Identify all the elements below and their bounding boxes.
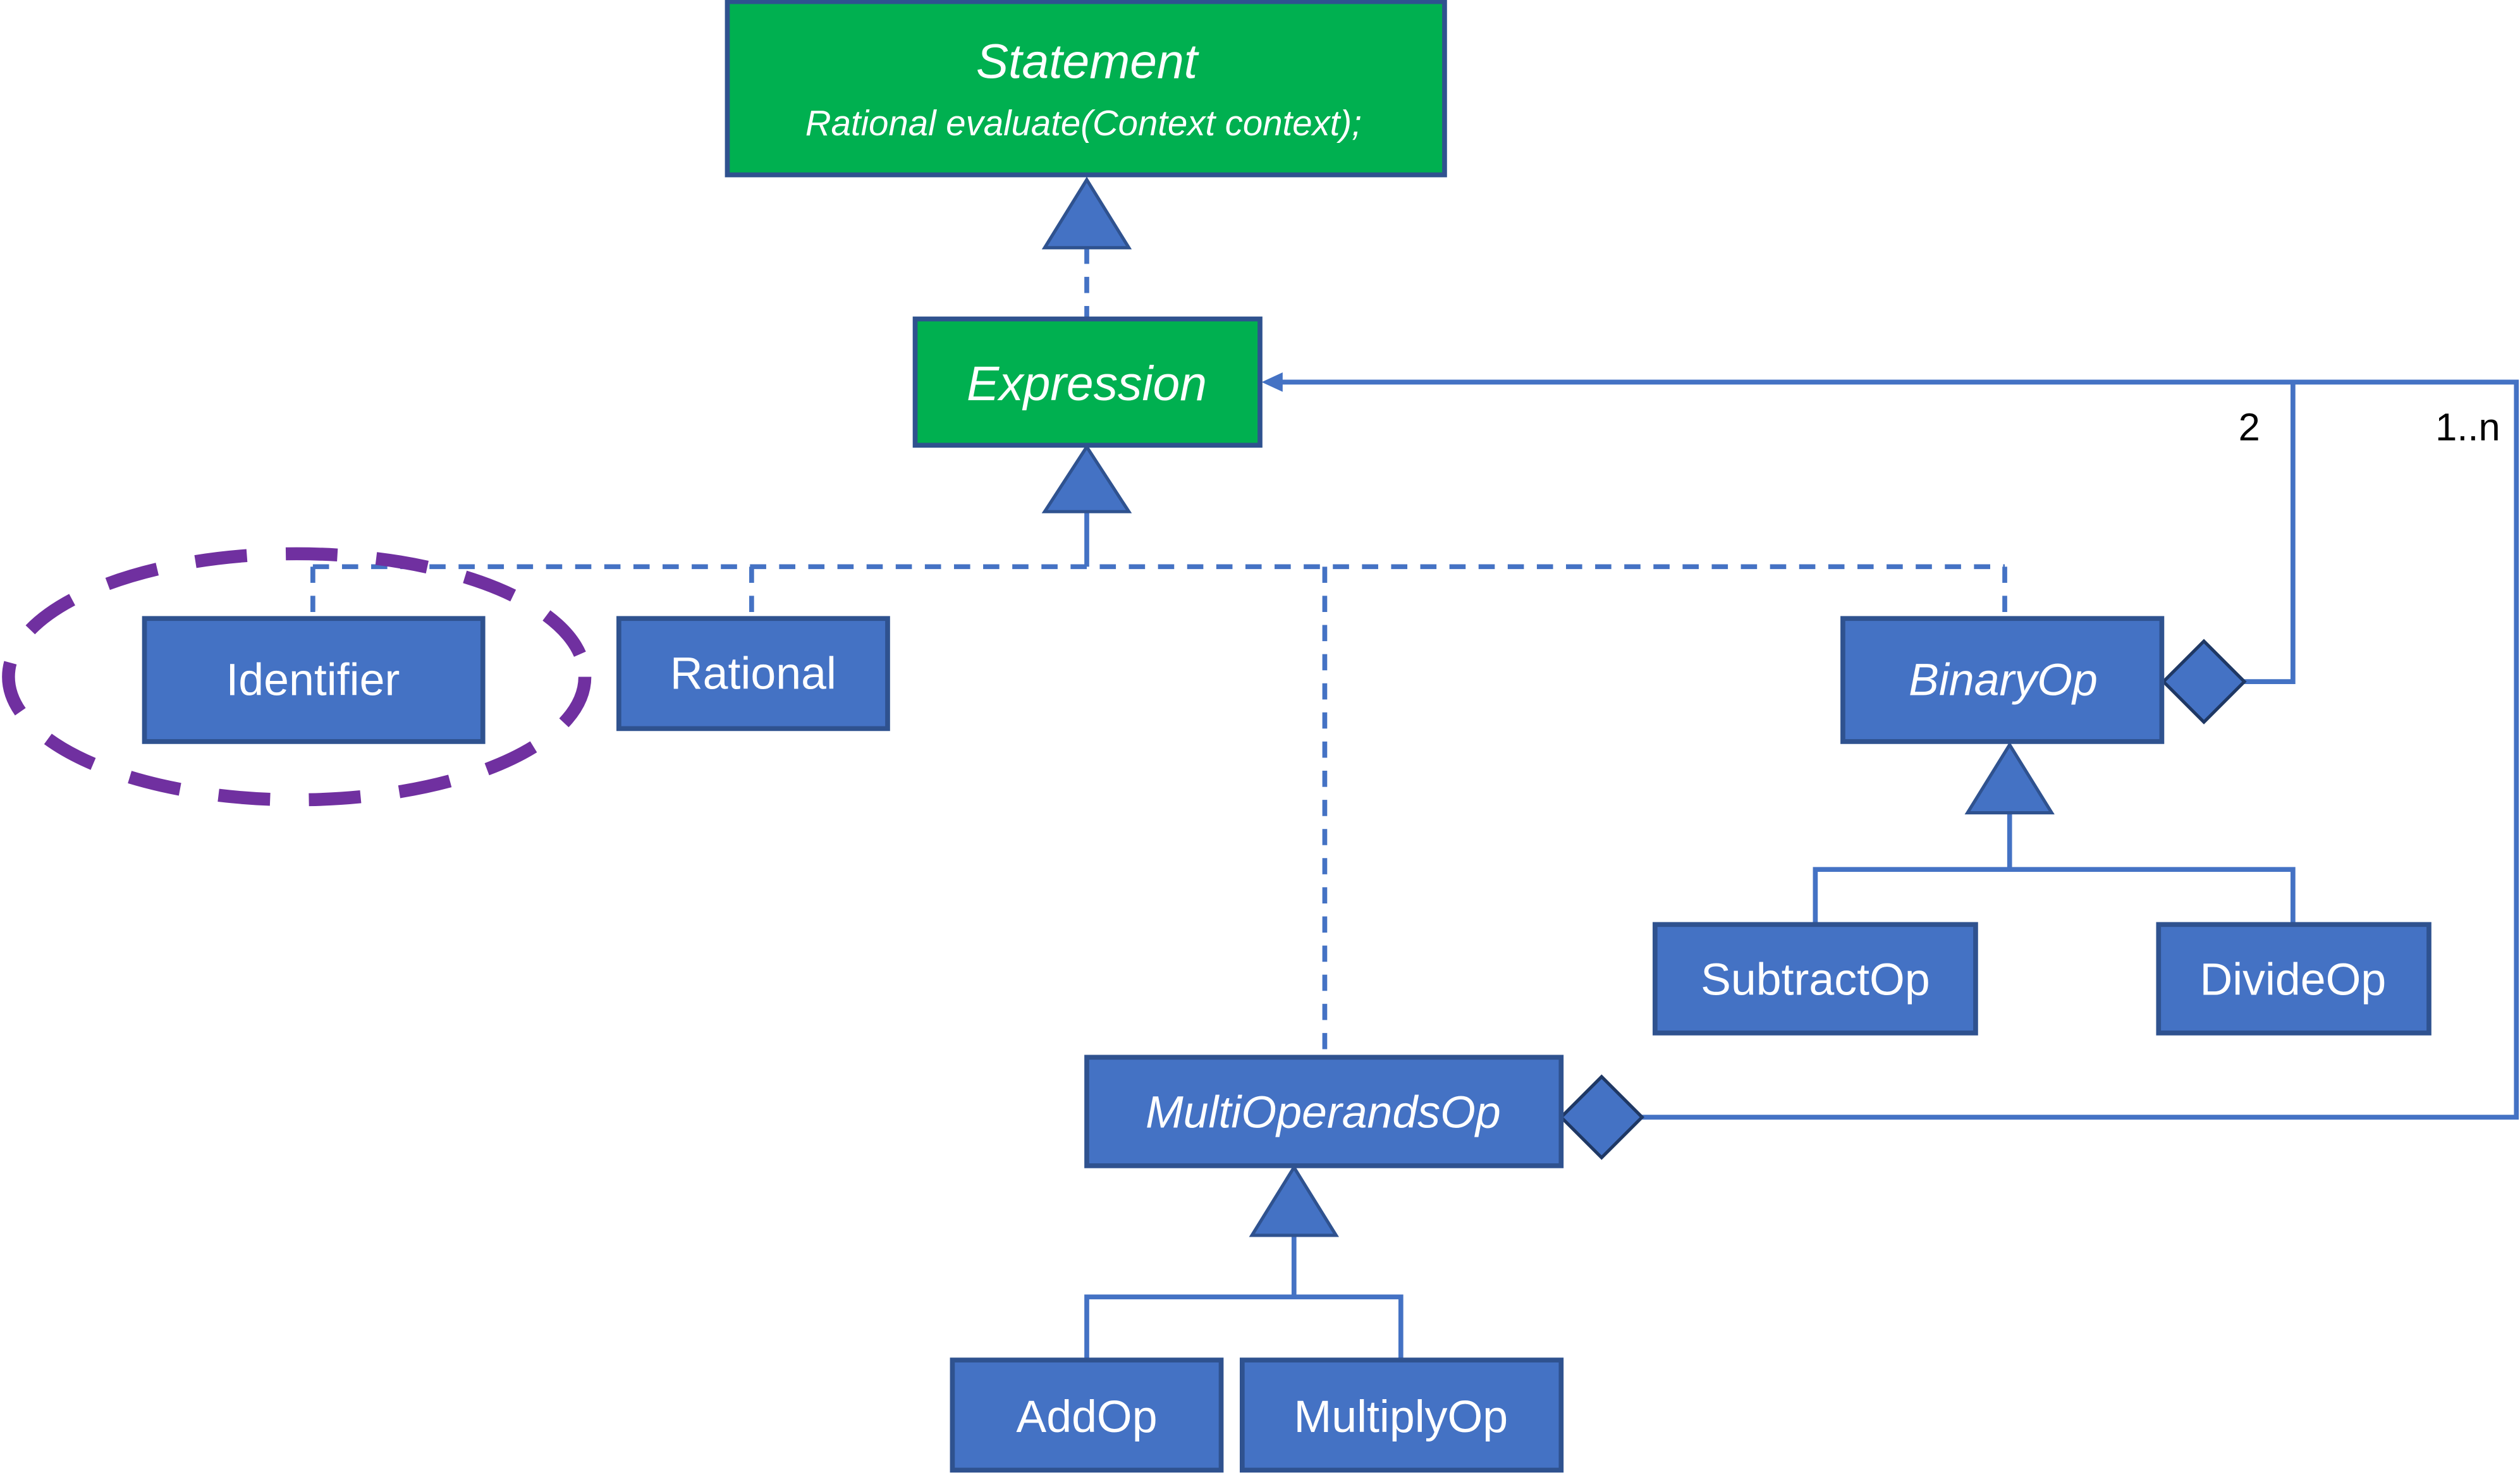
arrowhead-icon [1261,372,1283,392]
class-name: Identifier [226,655,400,706]
realization-triangle-icon [1041,176,1132,250]
class-multiplyop[interactable]: MultiplyOp [1239,1357,1564,1473]
class-name: MultiplyOp [1294,1392,1508,1442]
uml-class-diagram: 2 1..n Statement Rational evaluate(Conte… [2,0,2519,1473]
inheritance-triangle-icon [1249,1164,1339,1237]
class-name: MultiOperandsOp [1146,1087,1501,1137]
class-binaryop[interactable]: BinaryOp [1840,616,2165,744]
class-name: Statement [976,34,1199,89]
class-method: Rational evaluate(Context context); [805,103,1362,143]
class-statement[interactable]: Statement Rational evaluate(Context cont… [725,0,1447,178]
connectors [310,247,2519,1361]
inheritance-bus-binaryop [1813,867,2296,925]
class-subtractop[interactable]: SubtractOp [1653,922,1978,1036]
class-name: SubtractOp [1701,954,1930,1005]
class-expression[interactable]: Expression [912,316,1263,448]
class-name: Rational [670,648,836,699]
multiplicity-multi: 1..n [2435,406,2500,450]
inheritance-bus-multioperandsop [1084,1294,1404,1361]
class-name: Expression [967,357,1207,411]
class-rational[interactable]: Rational [616,616,890,731]
class-multioperandsop[interactable]: MultiOperandsOp [1084,1055,1564,1168]
aggregation-diamond-icon [2161,639,2247,725]
aggregation-diamond-icon [1558,1074,1644,1160]
class-name: AddOp [1016,1392,1157,1442]
class-identifier[interactable]: Identifier [142,616,486,744]
multiplicity-binary: 2 [2239,406,2260,450]
class-name: BinaryOp [1909,655,2098,706]
class-name: DivideOp [2199,954,2386,1005]
realization-triangle-icon [1041,444,1132,513]
inheritance-triangle-icon [1964,742,2055,815]
class-divideop[interactable]: DivideOp [2156,922,2431,1036]
class-addop[interactable]: AddOp [950,1357,1224,1473]
